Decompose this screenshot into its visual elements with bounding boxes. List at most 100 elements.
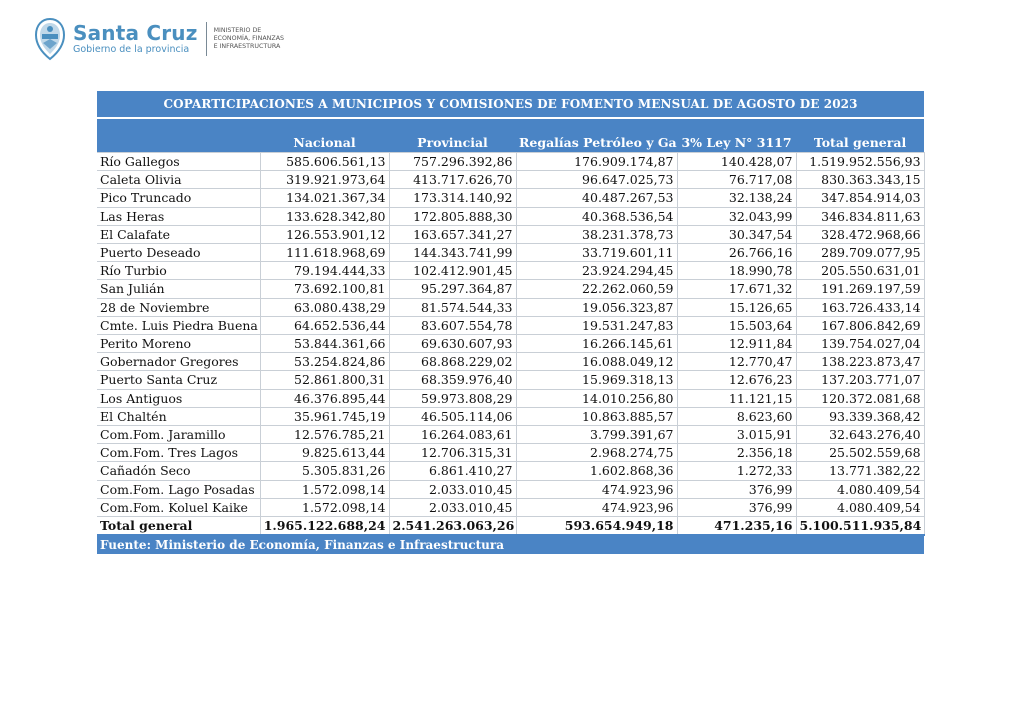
cell-municipality: Com.Fom. Koluel Kaike	[97, 497, 261, 518]
cell-regalias: 3.799.391,67	[515, 425, 678, 445]
cell-ley-3117: 1.272,33	[676, 461, 797, 481]
brand-subtitle: Gobierno de la provincia	[73, 43, 190, 55]
cell-regalias: 15.969.318,13	[515, 370, 678, 390]
cell-total: 1.519.952.556,93	[795, 151, 925, 172]
cell-ley-3117: 376,99	[676, 479, 797, 499]
ministry-line: Ministerio de	[213, 27, 262, 34]
cell-total: 4.080.409,54	[795, 479, 925, 499]
table-row: Caleta Olivia 319.921.973,64 413.717.626,7…	[97, 170, 925, 190]
table-row: Puerto Deseado 111.618.968,69 144.343.741,…	[97, 243, 925, 263]
cell-regalias: 16.088.049,12	[515, 352, 678, 372]
cell-municipality: Cmte. Luis Piedra Buena	[97, 315, 261, 336]
cell-provincial: 163.657.341,27	[388, 224, 517, 245]
cell-total: 167.806.842,69	[795, 315, 925, 336]
cell-total: 138.223.873,47	[795, 352, 925, 372]
province-seal-icon	[34, 17, 66, 61]
cell-regalias: 2.968.274,75	[515, 443, 678, 463]
cell-total: 163.726.433,14	[795, 297, 925, 317]
cell-ley-3117: 11.121,15	[676, 388, 797, 408]
cell-nacional: 133.628.342,80	[259, 206, 390, 226]
cell-regalias: 33.719.601,11	[515, 243, 678, 263]
cell-provincial: 12.706.315,31	[388, 443, 517, 463]
table-row: El Chaltén 35.961.745,19 46.505.114,06 10.8…	[97, 406, 925, 427]
cell-regalias: 1.602.868,36	[515, 461, 678, 481]
cell-nacional: 12.576.785,21	[259, 425, 390, 445]
cell-provincial: 16.264.083,61	[388, 425, 517, 445]
table-row: Perito Moreno 53.844.361,66 69.630.607,93 1…	[97, 334, 925, 354]
cell-total: 13.771.382,22	[795, 461, 925, 481]
cell-ley-3117: 76.717,08	[676, 170, 797, 190]
cell-nacional: 53.254.824,86	[259, 352, 390, 372]
cell-ley-3117: 32.138,24	[676, 188, 797, 208]
coparticipation-table: COPARTICIPACIONES A MUNICIPIOS Y COMISIO…	[97, 91, 925, 555]
cell-municipality: El Chaltén	[97, 406, 261, 427]
cell-municipality: Gobernador Gregores	[97, 352, 261, 372]
table-row: Los Antiguos 46.376.895,44 59.973.808,29 14…	[97, 388, 925, 408]
cell-municipality: Los Antiguos	[97, 388, 261, 408]
ministry-line: Economía, Finanzas	[213, 35, 285, 42]
cell-regalias: 474.923,96	[515, 479, 678, 499]
cell-regalias: 10.863.885,57	[515, 406, 678, 427]
cell-regalias: 23.924.294,45	[515, 261, 678, 281]
cell-ley-3117: 32.043,99	[676, 206, 797, 226]
cell-total: 205.550.631,01	[795, 261, 925, 281]
cell-ley-3117: 140.428,07	[676, 151, 797, 172]
cell-provincial: 2.033.010,45	[388, 479, 517, 499]
column-header-nacional: Nacional	[260, 118, 389, 153]
header-divider	[205, 22, 207, 56]
cell-nacional: 46.376.895,44	[259, 388, 390, 408]
table-row: Cañadón Seco 5.305.831,26 6.861.410,27 1.60…	[97, 461, 925, 481]
column-header-ley-3117: 3% Ley N° 3117	[677, 118, 796, 153]
cell-nacional: 73.692.100,81	[259, 279, 390, 299]
cell-municipality: Com.Fom. Lago Posadas	[97, 479, 261, 499]
cell-municipality: Pico Truncado	[97, 188, 261, 208]
table-row: 28 de Noviembre 63.080.438,29 81.574.544,3…	[97, 297, 925, 317]
cell-municipality: San Julián	[97, 279, 261, 299]
cell-municipality: Caleta Olivia	[97, 170, 261, 190]
cell-nacional: 134.021.367,34	[259, 188, 390, 208]
column-header-provincial: Provincial	[389, 118, 516, 153]
cell-provincial: 413.717.626,70	[388, 170, 517, 190]
cell-municipality: Com.Fom. Tres Lagos	[97, 443, 261, 463]
cell-ley-3117: 376,99	[676, 497, 797, 518]
cell-municipality: Perito Moreno	[97, 334, 261, 354]
cell-nacional: 63.080.438,29	[259, 297, 390, 317]
cell-regalias: 40.487.267,53	[515, 188, 678, 208]
brand: Santa Cruz Gobierno de la provincia	[73, 20, 198, 56]
table-row: Las Heras 133.628.342,80 172.805.888,30 40.…	[97, 206, 925, 226]
cell-total: 32.643.276,40	[795, 425, 925, 445]
cell-nacional: 126.553.901,12	[259, 224, 390, 245]
cell-provincial: 83.607.554,78	[388, 315, 517, 336]
table-row: Com.Fom. Lago Posadas 1.572.098,14 2.033.0…	[97, 479, 925, 499]
brand-name: Santa Cruz	[73, 20, 198, 45]
source-note: Fuente: Ministerio de Economía, Finanzas…	[97, 535, 925, 555]
cell-nacional: 111.618.968,69	[259, 243, 390, 263]
cell-regalias: 14.010.256,80	[515, 388, 678, 408]
table-row: Gobernador Gregores 53.254.824,86 68.868.2…	[97, 352, 925, 372]
table-row: Pico Truncado 134.021.367,34 173.314.140,9…	[97, 188, 925, 208]
cell-municipality: Puerto Santa Cruz	[97, 370, 261, 390]
cell-regalias: 38.231.378,73	[515, 224, 678, 245]
cell-municipality: El Calafate	[97, 224, 261, 245]
cell-provincial: 81.574.544,33	[388, 297, 517, 317]
cell-provincial: 757.296.392,86	[388, 151, 517, 172]
cell-nacional: 52.861.800,31	[259, 370, 390, 390]
cell-regalias: 40.368.536,54	[515, 206, 678, 226]
cell-total: 5.100.511.935,84	[795, 516, 925, 537]
cell-municipality: Total general	[97, 516, 261, 537]
cell-regalias: 96.647.025,73	[515, 170, 678, 190]
table-row: Cmte. Luis Piedra Buena 64.652.536,44 83.6…	[97, 315, 925, 336]
ministry-line: e Infraestructura	[213, 43, 281, 50]
table-row: Com.Fom. Koluel Kaike 1.572.098,14 2.033.0…	[97, 497, 925, 518]
cell-ley-3117: 15.126,65	[676, 297, 797, 317]
table-row: El Calafate 126.553.901,12 163.657.341,27 3…	[97, 224, 925, 245]
cell-total: 25.502.559,68	[795, 443, 925, 463]
cell-municipality: Las Heras	[97, 206, 261, 226]
cell-nacional: 79.194.444,33	[259, 261, 390, 281]
cell-provincial: 69.630.607,93	[388, 334, 517, 354]
cell-nacional: 1.572.098,14	[259, 479, 390, 499]
cell-regalias: 176.909.174,87	[515, 151, 678, 172]
cell-regalias: 16.266.145,61	[515, 334, 678, 354]
table-row: Río Gallegos 585.606.561,13 757.296.392,86…	[97, 151, 925, 172]
cell-total: 120.372.081,68	[795, 388, 925, 408]
